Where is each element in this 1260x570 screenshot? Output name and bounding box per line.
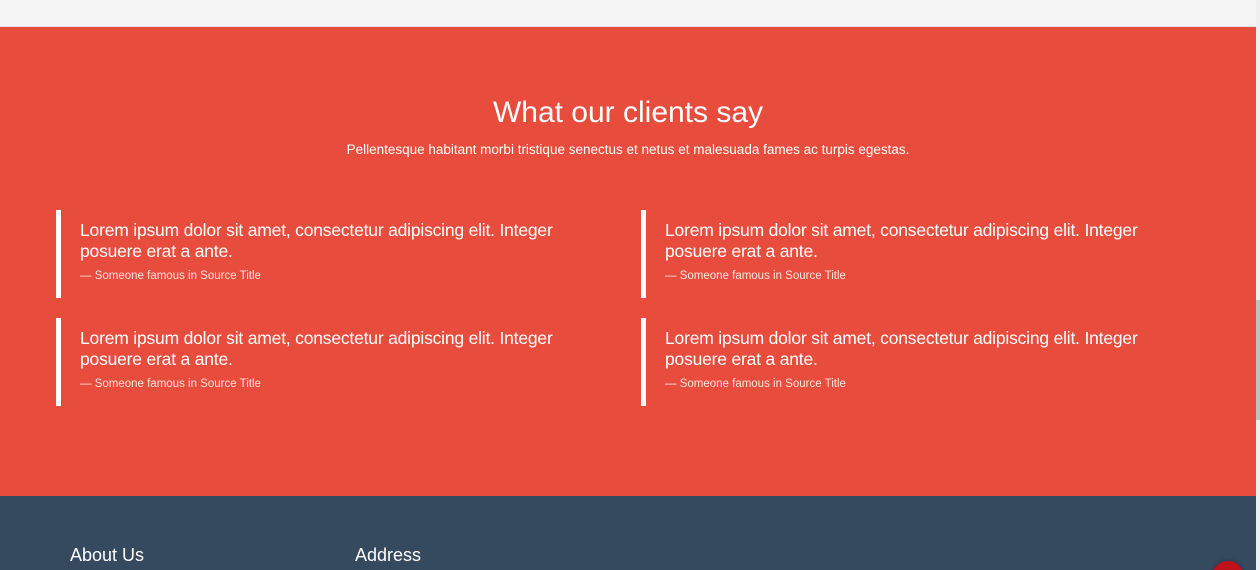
footer-address-heading: Address — [355, 545, 422, 565]
page: What our clients say Pellentesque habita… — [0, 0, 1260, 570]
site-footer: About Us Address — [0, 496, 1256, 570]
quote-text: Lorem ipsum dolor sit amet, consectetur … — [665, 220, 1138, 261]
section-subtitle: Pellentesque habitant morbi tristique se… — [346, 142, 910, 157]
testimonial-quote: Lorem ipsum dolor sit amet, consectetur … — [641, 318, 1201, 406]
quote-text: Lorem ipsum dolor sit amet, consectetur … — [80, 220, 553, 261]
quote-source: — Someone famous in Source Title — [80, 270, 261, 282]
testimonial-quote: Lorem ipsum dolor sit amet, consectetur … — [56, 318, 616, 406]
page-scrollbar[interactable] — [1256, 0, 1260, 570]
previous-section-strip — [0, 0, 1256, 27]
quote-text: Lorem ipsum dolor sit amet, consectetur … — [80, 328, 553, 369]
testimonial-quote: Lorem ipsum dolor sit amet, consectetur … — [56, 210, 616, 298]
quote-source: — Someone famous in Source Title — [665, 270, 846, 282]
footer-about-heading: About Us — [70, 545, 145, 565]
quote-source: — Someone famous in Source Title — [665, 378, 846, 390]
section-title: What our clients say — [492, 96, 764, 129]
testimonial-quote: Lorem ipsum dolor sit amet, consectetur … — [641, 210, 1201, 298]
quote-text: Lorem ipsum dolor sit amet, consectetur … — [665, 328, 1138, 369]
testimonials-section: What our clients say Pellentesque habita… — [0, 27, 1256, 496]
quote-source: — Someone famous in Source Title — [80, 378, 261, 390]
scrollbar-thumb[interactable] — [1256, 300, 1260, 420]
